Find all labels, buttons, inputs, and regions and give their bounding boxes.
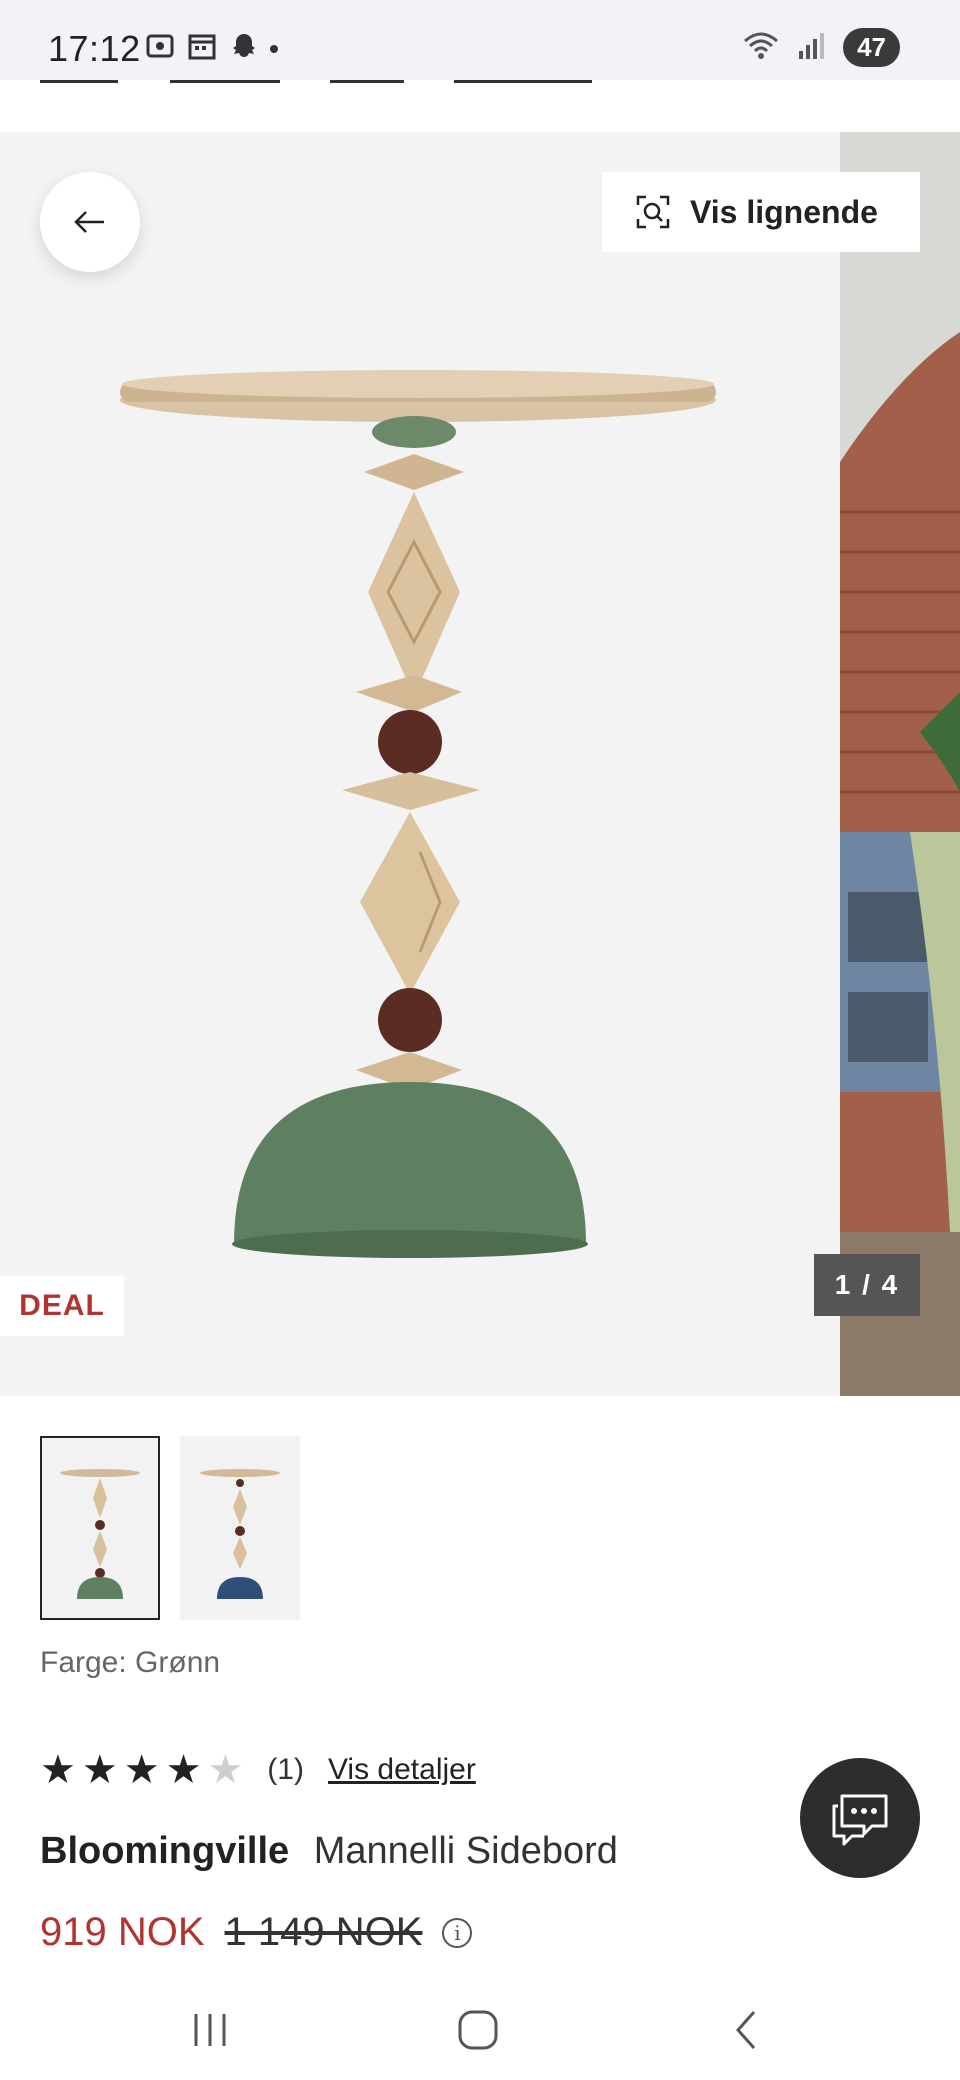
star-icon: ★	[165, 1748, 202, 1792]
status-time: 17:12	[48, 28, 141, 69]
tab-underline	[330, 80, 404, 83]
tab-underline	[454, 80, 592, 83]
sale-price: 919 NOK	[40, 1910, 205, 1954]
image-counter: 1 / 4	[814, 1254, 920, 1316]
tab-underline	[40, 80, 118, 83]
original-price: 1 149 NOK	[224, 1910, 423, 1954]
chevron-left-icon	[735, 2011, 756, 2049]
thumbnail-green-variant[interactable]	[40, 1436, 160, 1620]
back-button[interactable]	[40, 172, 140, 272]
status-icons-right: 47	[741, 28, 900, 67]
star-rating: ★ ★ ★ ★ ★	[40, 1750, 243, 1790]
show-similar-label: Vis lignende	[690, 193, 878, 230]
product-title: Bloomingville Mannelli Sidebord	[40, 1830, 618, 1873]
rating-count: (1)	[267, 1753, 304, 1786]
chat-button[interactable]	[800, 1758, 920, 1878]
recent-apps-icon	[194, 2014, 226, 2046]
side-table-illustration	[120, 370, 716, 1258]
next-product-image-peek[interactable]	[840, 132, 960, 1396]
product-name: Mannelli Sidebord	[313, 1830, 618, 1872]
view-details-link[interactable]: Vis detaljer	[328, 1753, 476, 1787]
star-empty-icon: ★	[207, 1748, 244, 1792]
snapchat-icon	[228, 30, 260, 67]
signal-icon	[797, 29, 827, 66]
star-icon: ★	[40, 1748, 76, 1792]
rating-row: ★ ★ ★ ★ ★ (1) Vis detaljer	[40, 1750, 476, 1790]
wifi-icon	[741, 29, 781, 66]
home-button[interactable]	[438, 2000, 518, 2060]
star-icon: ★	[81, 1748, 118, 1792]
show-similar-button[interactable]: Vis lignende	[602, 172, 920, 252]
price-row: 919 NOK 1 149 NOK i	[40, 1910, 473, 1955]
recent-apps-button[interactable]	[170, 2000, 250, 2060]
product-image-gallery[interactable]: Vis lignende DEAL 1 / 4	[0, 132, 960, 1396]
notification-dot	[270, 44, 278, 53]
previous-tab-strip	[0, 80, 960, 132]
chat-icon	[832, 1794, 888, 1846]
tab-underline	[170, 80, 280, 83]
thumbnail-image	[60, 1469, 140, 1599]
home-icon	[458, 2010, 498, 2050]
calendar-icon	[186, 30, 218, 67]
screenshot-icon	[144, 30, 176, 67]
thumbnail-blue-variant[interactable]	[180, 1436, 300, 1620]
status-icons-left	[144, 30, 278, 67]
thumbnail-image	[200, 1469, 280, 1599]
color-label: Farge: Grønn	[40, 1646, 221, 1679]
system-navigation-bar	[0, 1980, 960, 2080]
battery-indicator: 47	[843, 28, 900, 67]
product-brand[interactable]: Bloomingville	[40, 1830, 289, 1872]
system-back-button[interactable]	[706, 2000, 786, 2060]
product-image[interactable]	[0, 132, 840, 1396]
arrow-left-icon	[74, 211, 104, 233]
variant-thumbnails	[40, 1436, 300, 1620]
deal-badge: DEAL	[0, 1276, 124, 1336]
status-bar: 17:12 47	[0, 0, 960, 80]
visual-search-icon	[636, 195, 670, 229]
star-icon: ★	[123, 1748, 160, 1792]
price-info-icon[interactable]: i	[442, 1917, 473, 1948]
